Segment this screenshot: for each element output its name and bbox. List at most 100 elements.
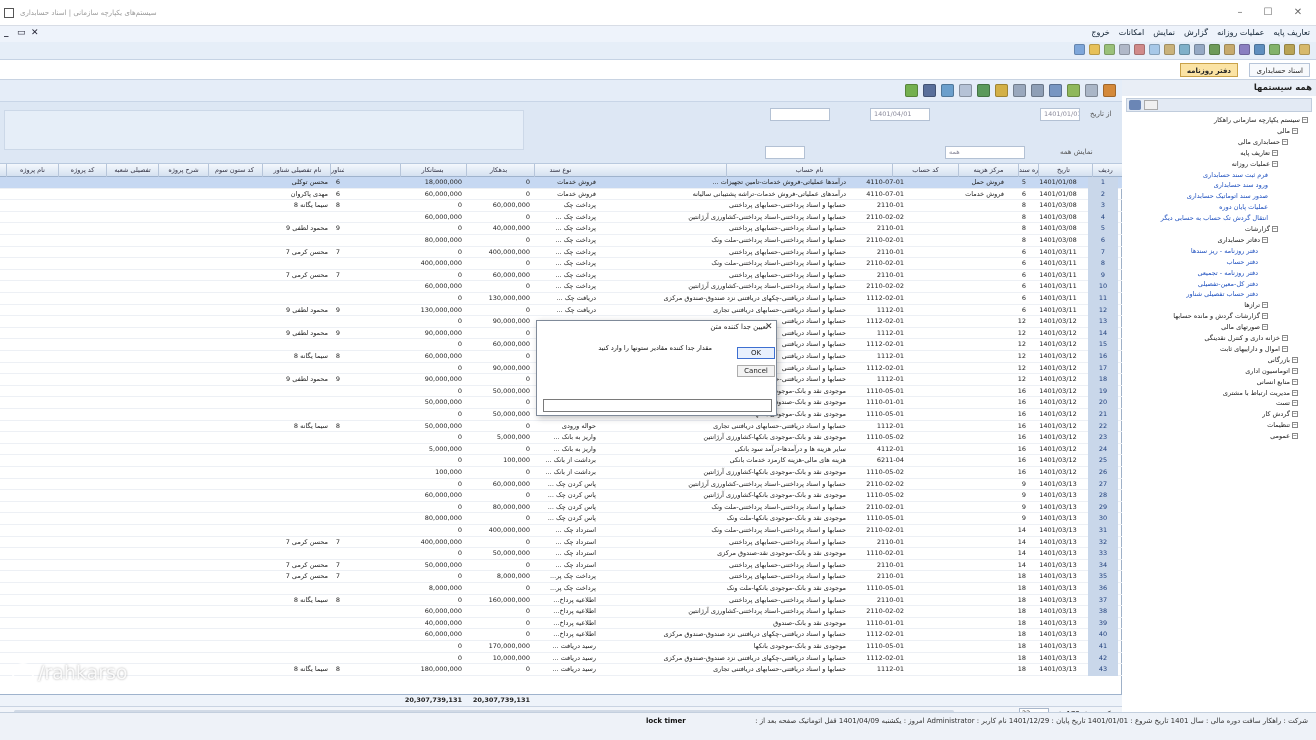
tree-item[interactable]: عملیات پایان دوره bbox=[1219, 203, 1268, 211]
tree-item[interactable]: دفتر حساب bbox=[1226, 258, 1258, 266]
sum-icon[interactable] bbox=[1067, 84, 1080, 97]
ok-button[interactable]: OK bbox=[737, 347, 775, 359]
table-row[interactable]: 28 1401/03/13 9 1110-05-02 موجودی نقد و بانک… bbox=[0, 490, 1122, 502]
tree-item[interactable]: −گردش کار bbox=[1262, 410, 1298, 418]
table-row[interactable]: 42 1401/03/13 18 1112-02-01 حسابها و اسناد د… bbox=[0, 652, 1122, 665]
expand-icon[interactable]: − bbox=[1262, 313, 1268, 320]
user-icon[interactable] bbox=[1269, 44, 1280, 55]
mdi-restore-button[interactable]: ▭ bbox=[17, 28, 26, 38]
menu-item-daily-operations[interactable]: عملیات روزانه bbox=[1217, 28, 1264, 37]
table-row[interactable]: 26 1401/03/12 16 1110-05-02 موجودی نقد و بان… bbox=[0, 467, 1122, 479]
maximize-button[interactable]: ☐ bbox=[1254, 5, 1282, 21]
search-option-button[interactable] bbox=[1144, 100, 1158, 110]
table-row[interactable]: 9 1401/03/11 6 2110-01 حسابها و اسناد پرداخت… bbox=[0, 269, 1122, 282]
window-icon[interactable] bbox=[1074, 44, 1085, 55]
mdi-minimize-button[interactable]: _ bbox=[4, 28, 9, 38]
expand-icon[interactable]: − bbox=[1262, 302, 1268, 309]
tree-item[interactable]: −حسابداری مالی bbox=[1238, 138, 1288, 146]
column-header[interactable]: بدهکار bbox=[466, 164, 530, 177]
tree-item[interactable]: −گزارشات bbox=[1245, 225, 1278, 233]
date-from-field[interactable]: 1401/01/01 bbox=[1040, 108, 1080, 121]
table-row[interactable]: 2 1401/01/08 6 فروش خدمات 4110-07-01 درآمدهای… bbox=[0, 188, 1122, 201]
column-header[interactable]: نوع سند bbox=[534, 164, 586, 177]
globe-icon[interactable] bbox=[1254, 44, 1265, 55]
table-row[interactable]: 37 1401/03/13 18 2110-01 حسابها و اسناد پردا… bbox=[0, 594, 1122, 607]
search-icon[interactable] bbox=[1179, 44, 1190, 55]
expand-icon[interactable]: − bbox=[1282, 138, 1288, 145]
copy-icon[interactable] bbox=[1149, 44, 1160, 55]
separator-input[interactable] bbox=[543, 399, 772, 412]
expand-icon[interactable]: − bbox=[1272, 226, 1278, 232]
columns-icon[interactable] bbox=[959, 84, 972, 97]
expand-icon[interactable]: − bbox=[1292, 127, 1298, 134]
tree-item[interactable]: −تست bbox=[1276, 399, 1298, 407]
tree-item[interactable]: انتقال گردش تک حساب به حسابی دیگر bbox=[1161, 214, 1268, 222]
expand-icon[interactable]: − bbox=[1292, 367, 1298, 374]
table-row[interactable]: 30 1401/03/13 9 1110-05-01 موجودی نقد و بانک… bbox=[0, 513, 1122, 525]
table-row[interactable]: 29 1401/03/13 9 2110-02-01 حسابها و اسناد پر… bbox=[0, 501, 1122, 514]
table-row[interactable]: 34 1401/03/13 14 2110-01 حسابها و اسناد پردا… bbox=[0, 559, 1122, 572]
table-row[interactable]: 35 1401/03/13 18 2110-01 حسابها و اسناد پردا… bbox=[0, 571, 1122, 583]
expand-icon[interactable]: − bbox=[1292, 378, 1298, 385]
table-row[interactable]: 1 1401/01/08 5 فروش حمل 4110-07-01 درآمدها عم… bbox=[0, 177, 1122, 189]
show-filter-button[interactable] bbox=[765, 146, 805, 159]
document-icon[interactable] bbox=[1119, 44, 1130, 55]
expand-icon[interactable]: − bbox=[1282, 335, 1288, 341]
table-row[interactable]: 40 1401/03/13 18 1112-02-01 حسابها و اسناد د… bbox=[0, 629, 1122, 641]
doc-range-field[interactable] bbox=[770, 108, 830, 121]
table-row[interactable]: 25 1401/03/12 16 6211-04 هزینه های مالی-هزین… bbox=[0, 455, 1122, 467]
column-header[interactable]: کد تفصیلی شناور bbox=[330, 164, 344, 177]
expand-icon[interactable]: − bbox=[1292, 400, 1298, 407]
tree-item[interactable]: −دفاتر حسابداری bbox=[1218, 236, 1268, 244]
tree-item[interactable]: −خزانه داری و کنترل نقدینگی bbox=[1204, 334, 1288, 342]
print-icon[interactable] bbox=[1164, 44, 1175, 55]
table-row[interactable]: 12 1401/03/11 6 1112-01 حسابها و اسناد دریاف… bbox=[0, 304, 1122, 317]
settings-icon[interactable] bbox=[1049, 84, 1062, 97]
table-row[interactable]: 23 1401/03/12 16 1110-05-02 موجودی نقد و بان… bbox=[0, 432, 1122, 444]
table-row[interactable]: 6 1401/03/08 8 2110-02-01 حسابها و اسناد پرد… bbox=[0, 235, 1122, 247]
tree-item[interactable]: −ترازها bbox=[1244, 301, 1268, 309]
table-row[interactable]: 39 1401/03/13 18 1110-01-01 موجودی نقد و بان… bbox=[0, 617, 1122, 630]
calculator-icon[interactable] bbox=[1194, 44, 1205, 55]
tree-item[interactable]: −عمومی bbox=[1270, 432, 1298, 440]
excel-icon[interactable] bbox=[977, 84, 990, 97]
table-row[interactable]: 32 1401/03/13 14 2110-01 حسابها و اسناد پردا… bbox=[0, 536, 1122, 549]
minimize-button[interactable]: – bbox=[1226, 5, 1254, 21]
binoculars-icon[interactable] bbox=[923, 84, 936, 97]
column-header[interactable]: نام تفصیلی شناور bbox=[262, 164, 332, 177]
table-row[interactable]: 43 1401/03/13 18 1112-01 حسابها و اسناد دریا… bbox=[0, 664, 1122, 676]
expand-icon[interactable]: − bbox=[1292, 433, 1298, 440]
table-row[interactable]: 5 1401/03/08 8 2110-01 حسابها و اسناد پرداخت… bbox=[0, 223, 1122, 235]
table-row[interactable]: 11 1401/03/11 6 1112-02-01 حسابها و اسناد در… bbox=[0, 293, 1122, 305]
table-row[interactable]: 33 1401/03/13 14 1110-02-01 موجودی نقد و بان… bbox=[0, 548, 1122, 560]
print-icon[interactable] bbox=[1031, 84, 1044, 97]
tree-item[interactable]: ورود سند حسابداری bbox=[1214, 181, 1268, 189]
column-header[interactable]: مرکز هزینه bbox=[958, 164, 1018, 177]
tree-item[interactable]: صدور سند اتوماتیک حسابداری bbox=[1187, 192, 1268, 200]
expand-icon[interactable]: − bbox=[1292, 389, 1298, 396]
menu-item-view[interactable]: نمایش bbox=[1153, 28, 1175, 37]
chart-icon[interactable] bbox=[1209, 44, 1220, 55]
close-report-icon[interactable] bbox=[1103, 84, 1116, 97]
tree-item[interactable]: −عملیات روزانه bbox=[1232, 160, 1278, 168]
table-row[interactable]: 41 1401/03/13 18 1110-05-01 موجودی نقد و بان… bbox=[0, 641, 1122, 653]
mdi-close-button[interactable]: ✕ bbox=[31, 28, 39, 38]
tree-item[interactable]: −تعاریف پایه bbox=[1240, 149, 1278, 157]
menu-item-exit[interactable]: خروج bbox=[1091, 28, 1109, 37]
delete-icon[interactable] bbox=[1134, 44, 1145, 55]
tab-accounting-documents[interactable]: اسناد حسابداری bbox=[1249, 63, 1310, 77]
menu-item-tools[interactable]: امکانات bbox=[1119, 28, 1145, 37]
date-to-field[interactable]: 1401/04/01 bbox=[870, 108, 930, 121]
tree-item[interactable]: دفتر کل-معین-تفصیلی bbox=[1198, 280, 1258, 288]
expand-icon[interactable]: − bbox=[1262, 324, 1268, 331]
tree-item[interactable]: −اتوماسیون اداری bbox=[1245, 367, 1298, 375]
tree-item[interactable]: −بازرگانی bbox=[1268, 356, 1298, 364]
filter-icon[interactable] bbox=[941, 84, 954, 97]
expand-icon[interactable]: − bbox=[1292, 422, 1298, 429]
column-header[interactable]: نام حساب bbox=[726, 164, 892, 177]
tree-item[interactable]: دفتر روزنامه - ریز سندها bbox=[1191, 247, 1258, 255]
tree-item[interactable]: −گزارشات گردش و مانده حسابها bbox=[1173, 312, 1268, 320]
expand-icon[interactable]: − bbox=[1272, 160, 1278, 167]
expand-icon[interactable]: − bbox=[1262, 236, 1268, 243]
export-icon[interactable] bbox=[995, 84, 1008, 97]
